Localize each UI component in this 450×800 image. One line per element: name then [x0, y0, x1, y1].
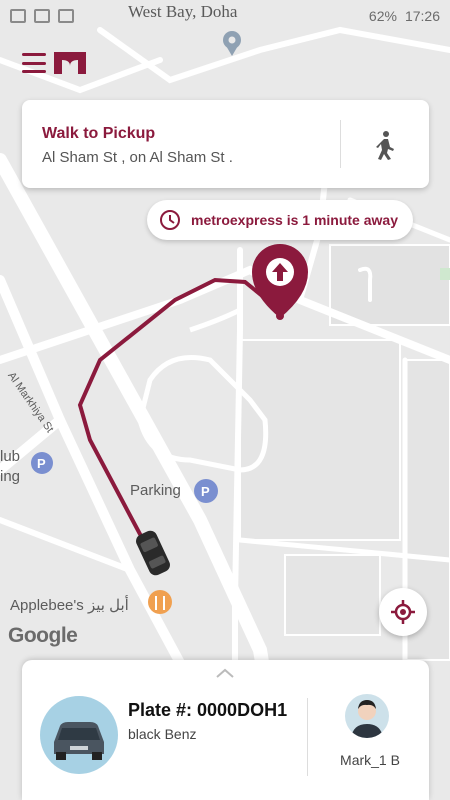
- parking-pin-icon: P: [194, 479, 218, 503]
- car-icon: [54, 722, 104, 760]
- google-logo: Google: [8, 624, 78, 647]
- eta-text: metroexpress is 1 minute away: [191, 212, 398, 228]
- brand-logo: [54, 52, 86, 74]
- divider: [340, 120, 341, 168]
- my-location-button[interactable]: [379, 588, 427, 636]
- divider: [307, 698, 308, 776]
- chevron-up-icon[interactable]: [216, 668, 234, 678]
- mail-icon: [34, 9, 50, 23]
- battery-level: 62%: [368, 8, 397, 24]
- clock-icon: [160, 210, 180, 230]
- pickup-address: Al Sham St , on Al Sham St .: [42, 149, 233, 166]
- driver-name: Mark_1 B: [340, 752, 400, 768]
- mail-icon: [10, 9, 26, 23]
- map-label-club: lub ing: [0, 448, 21, 485]
- driver-avatar[interactable]: [345, 694, 389, 738]
- svg-text:P: P: [37, 456, 46, 471]
- map-label-applebees: Applebee's أبل بيز: [10, 597, 129, 614]
- walk-icon[interactable]: [372, 130, 398, 160]
- parking-pin-icon: P: [31, 452, 53, 474]
- image-icon: [58, 9, 74, 23]
- menu-button[interactable]: [22, 53, 46, 73]
- pickup-card[interactable]: Walk to Pickup Al Sham St , on Al Sham S…: [22, 100, 429, 188]
- locate-icon: [391, 600, 415, 624]
- map-label-parking: Parking: [130, 482, 181, 499]
- clock-time: 17:26: [404, 8, 440, 24]
- status-bar: 62% 17:26: [0, 0, 450, 32]
- pickup-title: Walk to Pickup: [42, 125, 156, 142]
- driver-avatar-icon: [351, 700, 383, 738]
- plate-number: Plate #: 0000DOH1: [128, 700, 288, 720]
- menu-icon: [22, 53, 46, 56]
- eta-banner: metroexpress is 1 minute away: [147, 200, 413, 240]
- restaurant-pin-icon: [148, 590, 172, 614]
- car-description: black Benz: [128, 726, 197, 742]
- car-avatar: [40, 696, 118, 774]
- driver-card[interactable]: Plate #: 0000DOH1 black Benz Mark_1 B: [22, 660, 429, 800]
- svg-text:P: P: [201, 484, 210, 499]
